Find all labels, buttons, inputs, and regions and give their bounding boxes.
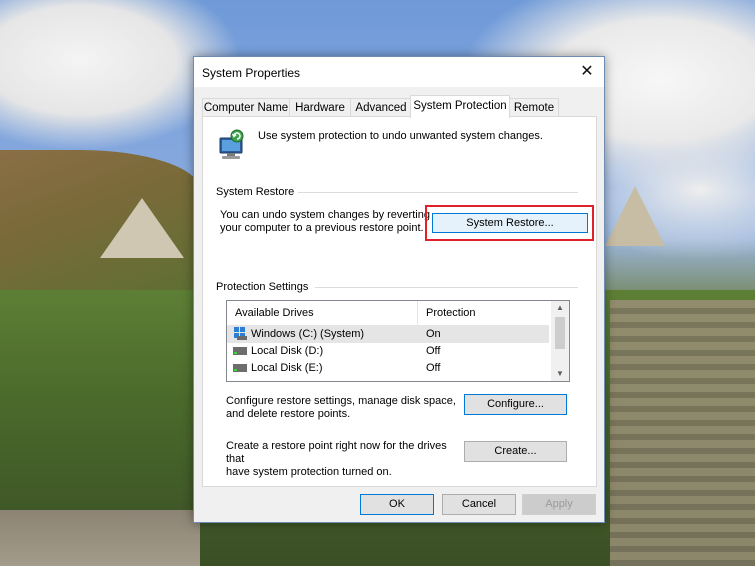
close-button[interactable]: ✕ (570, 57, 604, 87)
intro-text: Use system protection to undo unwanted s… (258, 130, 543, 142)
drive-protection-status: Off (426, 345, 441, 357)
create-description-line: have system protection turned on. (226, 466, 392, 478)
column-header-available-drives[interactable]: Available Drives (235, 307, 314, 319)
cancel-button[interactable]: Cancel (442, 494, 516, 515)
system-restore-button[interactable]: System Restore... (432, 213, 588, 233)
disk-drive-icon (233, 364, 247, 372)
background-path (0, 510, 200, 566)
tab-advanced[interactable]: Advanced (350, 98, 412, 117)
tab-system-protection[interactable]: System Protection (410, 95, 510, 118)
drives-list[interactable]: Available Drives Protection Windows (C:)… (226, 300, 570, 382)
disk-drive-icon (233, 347, 247, 355)
configure-button[interactable]: Configure... (464, 394, 567, 415)
group-divider (295, 192, 578, 193)
create-button[interactable]: Create... (464, 441, 567, 462)
system-restore-description-line: You can undo system changes by reverting (220, 209, 430, 221)
tab-strip: Computer Name Hardware Advanced System P… (202, 95, 596, 118)
ok-button[interactable]: OK (360, 494, 434, 515)
configure-description-line: and delete restore points. (226, 408, 351, 420)
create-description: Create a restore point right now for the… (226, 440, 466, 479)
system-restore-group-label: System Restore (216, 186, 299, 198)
drives-list-header: Available Drives Protection (227, 301, 549, 326)
scroll-down-icon[interactable]: ▼ (551, 367, 569, 381)
drive-row[interactable]: Local Disk (D:) Off (227, 343, 549, 360)
drive-name: Local Disk (D:) (251, 345, 324, 357)
drive-row[interactable]: Windows (C:) (System) On (227, 326, 549, 343)
create-description-line: Create a restore point right now for the… (226, 440, 447, 465)
background-stairs (610, 300, 755, 566)
drive-name: Local Disk (E:) (251, 362, 323, 374)
system-restore-description-line: your computer to a previous restore poin… (220, 222, 424, 234)
scroll-up-icon[interactable]: ▲ (551, 301, 569, 315)
background-hut (605, 186, 665, 246)
column-header-protection[interactable]: Protection (426, 307, 476, 319)
system-properties-dialog: System Properties ✕ Computer Name Hardwa… (193, 56, 605, 523)
system-restore-description: You can undo system changes by reverting… (220, 209, 435, 235)
drives-scrollbar[interactable]: ▲ ▼ (551, 301, 569, 381)
drive-protection-status: Off (426, 362, 441, 374)
configure-description: Configure restore settings, manage disk … (226, 395, 466, 421)
configure-description-line: Configure restore settings, manage disk … (226, 395, 456, 407)
drive-row[interactable]: Local Disk (E:) Off (227, 360, 549, 377)
column-separator[interactable] (417, 301, 418, 325)
window-title: System Properties (202, 66, 301, 80)
system-protection-icon (219, 129, 244, 159)
tab-hardware[interactable]: Hardware (289, 98, 351, 117)
drive-protection-status: On (426, 328, 441, 340)
background-hut (100, 198, 184, 258)
apply-button[interactable]: Apply (522, 494, 596, 515)
tab-remote[interactable]: Remote (509, 98, 559, 117)
title-bar[interactable]: System Properties ✕ (194, 57, 604, 87)
tab-computer-name[interactable]: Computer Name (202, 98, 290, 117)
system-protection-panel: Use system protection to undo unwanted s… (202, 116, 597, 487)
protection-settings-group-label: Protection Settings (216, 281, 313, 293)
drive-name: Windows (C:) (System) (251, 328, 365, 340)
system-drive-icon (234, 327, 247, 340)
group-divider (315, 287, 578, 288)
scrollbar-thumb[interactable] (555, 317, 565, 349)
